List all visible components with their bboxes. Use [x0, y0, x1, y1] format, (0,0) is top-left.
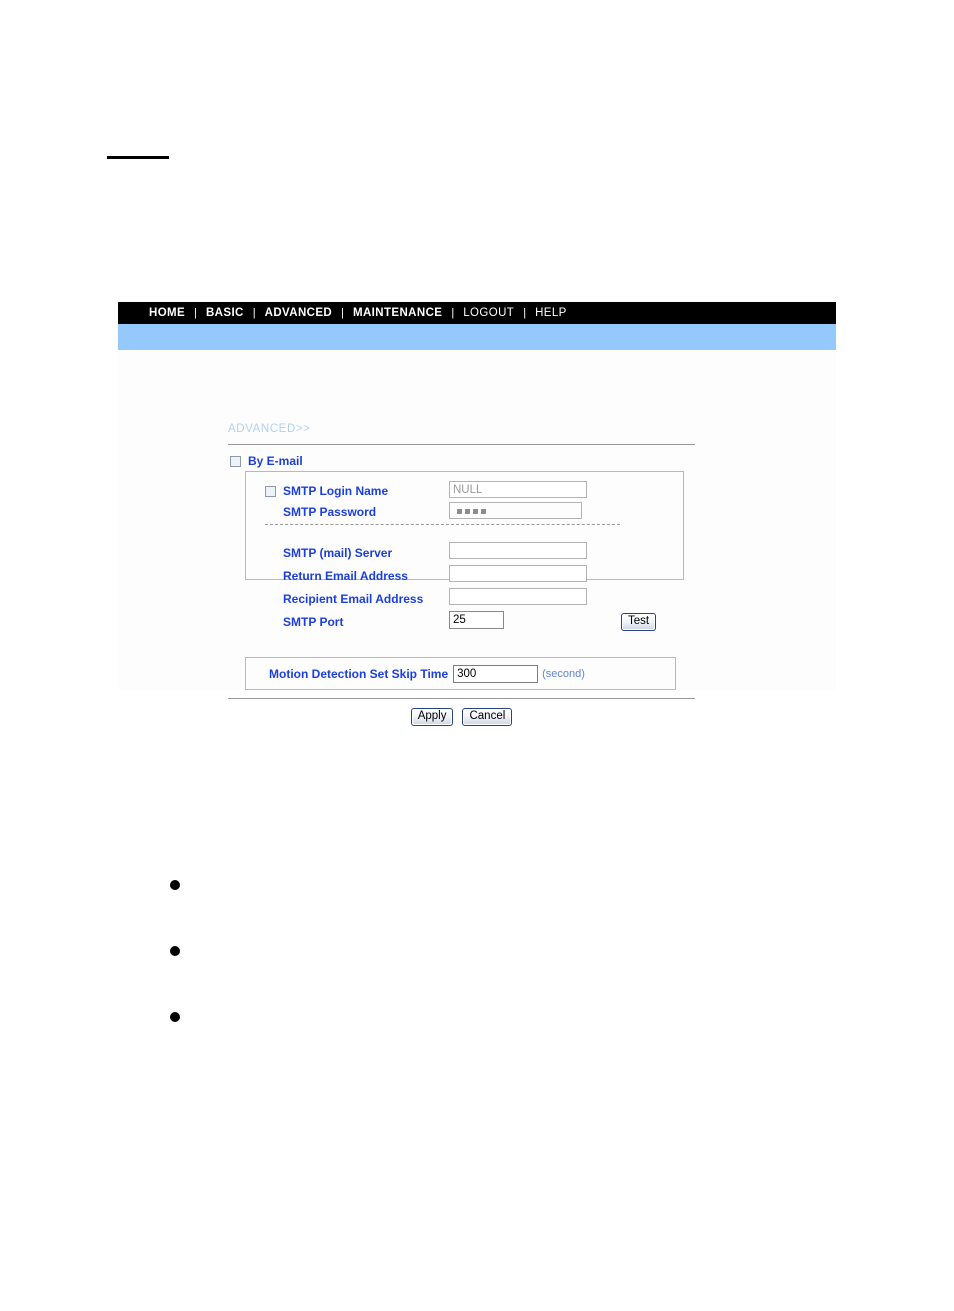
- camera-web-ui: HOME | BASIC | ADVANCED | MAINTENANCE | …: [118, 302, 836, 726]
- nav-item-basic[interactable]: BASIC: [206, 307, 244, 319]
- smtp-password-label: SMTP Password: [283, 505, 377, 519]
- bullet-list: [170, 875, 770, 1073]
- smtp-login-name-row: SMTP Login Name: [265, 482, 388, 500]
- smtp-password-row: SMTP Password: [283, 503, 376, 521]
- nav-separator: |: [252, 307, 256, 319]
- nav-item-help[interactable]: HELP: [535, 307, 567, 319]
- smtp-server-input[interactable]: [449, 542, 587, 559]
- apply-button[interactable]: Apply: [410, 708, 454, 726]
- smtp-login-name-checkbox[interactable]: [265, 485, 276, 497]
- list-item: [170, 1007, 770, 1073]
- fieldset-dashed-divider: [265, 524, 620, 525]
- bullet-icon: [170, 1012, 180, 1022]
- by-email-label: By E-mail: [248, 454, 303, 468]
- recipient-email-input[interactable]: [449, 588, 587, 605]
- by-email-row[interactable]: By E-mail: [230, 454, 303, 468]
- smtp-login-name-input[interactable]: [449, 481, 587, 498]
- nav-item-maintenance[interactable]: MAINTENANCE: [353, 307, 442, 319]
- nav-separator: |: [523, 307, 527, 319]
- list-item: [170, 941, 770, 1007]
- main-navigation: HOME | BASIC | ADVANCED | MAINTENANCE | …: [118, 302, 836, 324]
- smtp-password-input[interactable]: [449, 502, 582, 519]
- nav-item-advanced[interactable]: ADVANCED: [265, 307, 333, 319]
- test-button[interactable]: Test: [621, 613, 657, 631]
- breadcrumb: ADVANCED>>: [228, 423, 311, 435]
- actions-divider: [228, 698, 695, 699]
- skip-time-input[interactable]: [453, 664, 539, 683]
- smtp-login-name-label: SMTP Login Name: [283, 484, 389, 498]
- document-heading-rule: [107, 156, 169, 159]
- smtp-port-input[interactable]: [449, 611, 504, 629]
- return-email-input[interactable]: [449, 565, 587, 582]
- smtp-port-label: SMTP Port: [283, 615, 344, 629]
- return-email-label: Return Email Address: [283, 569, 408, 583]
- form-actions: Apply Cancel: [228, 708, 695, 726]
- smtp-server-row: SMTP (mail) Server: [283, 544, 392, 562]
- by-email-checkbox[interactable]: [230, 455, 241, 467]
- nav-separator: |: [451, 307, 455, 319]
- settings-content: ADVANCED>> By E-mail SMTP Login Name SMT…: [118, 350, 836, 726]
- smtp-server-label: SMTP (mail) Server: [283, 546, 393, 560]
- cancel-button[interactable]: Cancel: [462, 708, 513, 726]
- nav-item-home[interactable]: HOME: [149, 307, 185, 319]
- nav-separator: |: [341, 307, 344, 319]
- return-email-row: Return Email Address: [283, 567, 408, 585]
- skip-time-unit: (second): [542, 667, 585, 680]
- skip-time-box: Motion Detection Set Skip Time (second): [245, 657, 676, 690]
- list-item: [170, 875, 770, 941]
- password-masked-dots: [453, 503, 578, 520]
- smtp-fieldset: SMTP Login Name SMTP Password SMTP (mail…: [245, 471, 684, 629]
- bullet-icon: [170, 880, 180, 890]
- smtp-port-row: SMTP Port: [283, 613, 343, 631]
- nav-separator: |: [194, 307, 197, 319]
- skip-time-label: Motion Detection Set Skip Time: [269, 666, 449, 681]
- breadcrumb-divider: [228, 444, 695, 445]
- nav-item-logout[interactable]: LOGOUT: [463, 307, 514, 319]
- recipient-email-label: Recipient Email Address: [283, 592, 424, 606]
- header-banner: [118, 324, 836, 350]
- recipient-email-row: Recipient Email Address: [283, 590, 423, 608]
- bullet-icon: [170, 946, 180, 956]
